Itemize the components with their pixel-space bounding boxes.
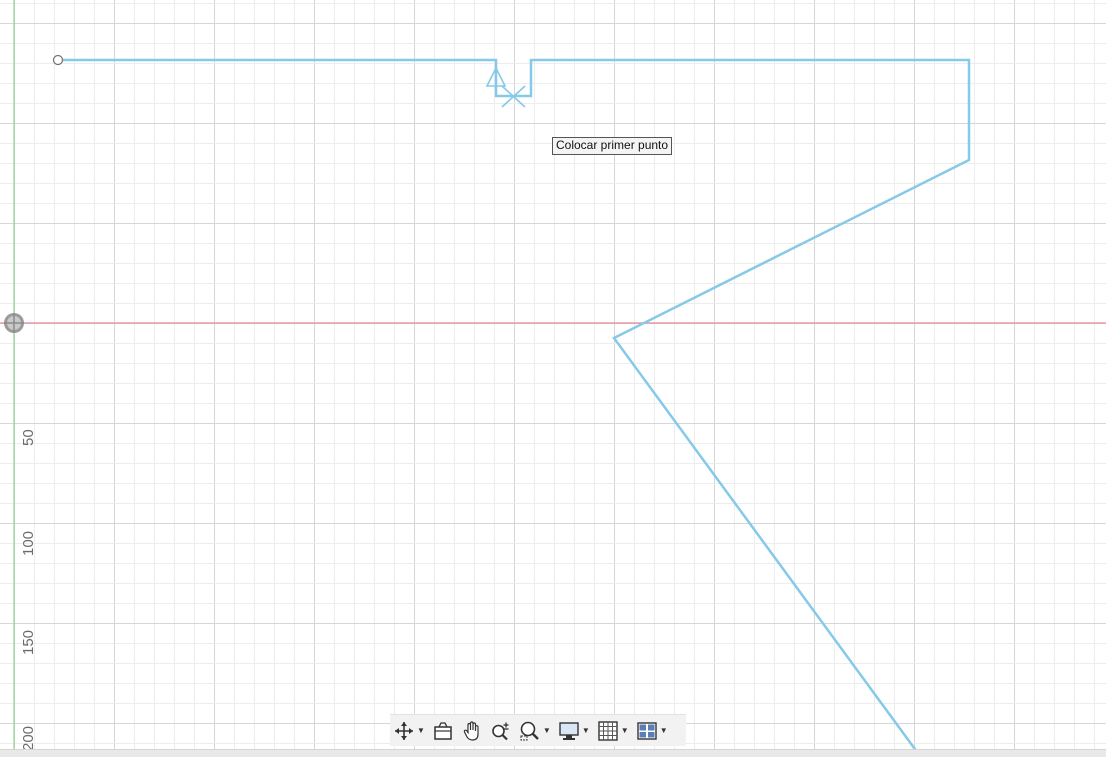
look-at-button[interactable] [432,718,454,744]
grid-snaps-icon [598,720,618,741]
orbit-icon [395,721,413,740]
y-axis-label-50: 50 [20,429,37,447]
fit-window-button[interactable]: ▼ [519,718,551,744]
viewports-icon [636,721,657,740]
look-at-icon [434,721,452,740]
chevron-down-icon: ▼ [581,725,590,735]
grid-lines [0,0,1106,756]
chevron-down-icon: ▼ [659,725,668,735]
origin-point[interactable] [4,313,24,333]
y-axis-label-150: 150 [20,629,37,655]
chevron-down-icon: ▼ [542,725,551,735]
fit-window-icon [520,721,539,740]
y-axis-label-100: 100 [20,530,37,556]
tooltip: Colocar primer punto [552,137,673,155]
zoom-icon [492,722,509,740]
orbit-button[interactable]: ▼ [393,718,425,744]
zoom-button[interactable] [490,718,512,744]
display-settings-icon [559,721,579,740]
viewports-button[interactable]: ▼ [636,718,668,744]
sketch-start-point[interactable] [52,54,64,66]
display-settings-button[interactable]: ▼ [558,718,590,744]
pan-hand-icon [463,720,479,741]
chevron-down-icon: ▼ [620,725,629,735]
navigation-toolbar: ▼ ▼ ▼ ▼ ▼ [390,714,686,746]
sketch-canvas[interactable]: 50 100 150 200 Colocar primer punto [0,0,1106,756]
chevron-down-icon: ▼ [417,725,425,735]
grid-snaps-button[interactable]: ▼ [597,718,629,744]
canvas-grid [0,0,1106,756]
pan-button[interactable] [461,718,483,744]
